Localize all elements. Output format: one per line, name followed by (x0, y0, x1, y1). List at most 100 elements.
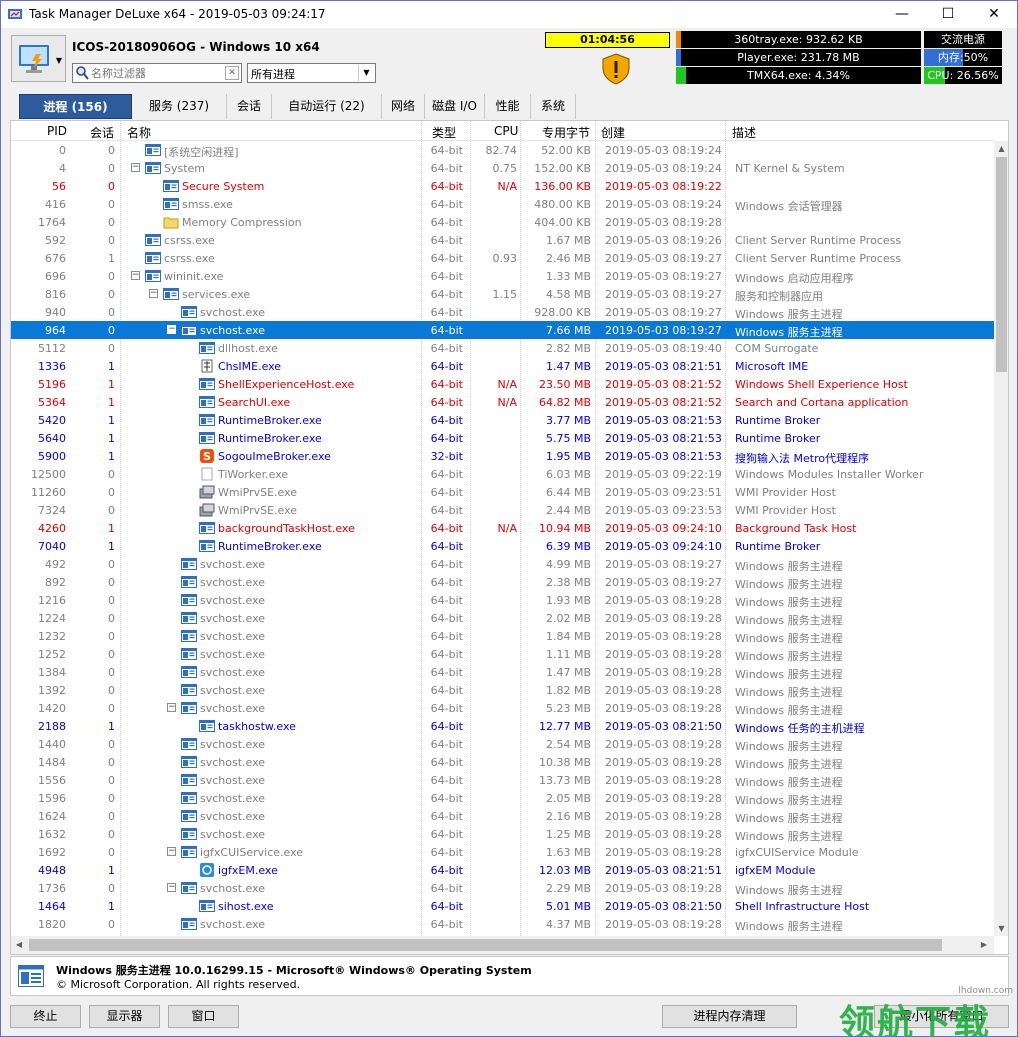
col-description[interactable]: 描述 (732, 124, 756, 141)
collapse-toggle-icon[interactable]: − (167, 883, 176, 892)
scroll-up-icon[interactable]: ▲ (994, 141, 1008, 156)
col-cpu[interactable]: CPU (494, 124, 518, 138)
memory-clean-button[interactable]: 进程内存清理 (662, 1005, 797, 1028)
table-row[interactable]: 696 0 − wininit.exe 64-bit 1.33 MB 2019-05-03 … (11, 267, 994, 285)
tab-autorun[interactable]: 自动运行 (22) (272, 94, 382, 119)
process-filter-select[interactable]: 所有进程 ▼ (247, 63, 376, 83)
table-row[interactable]: 5196 1 ShellExperienceHost.exe 64-bit N/A 23.… (11, 375, 994, 393)
table-row[interactable]: 4948 1 igfxEM.exe 64-bit 12.03 MB 2019-05-03 … (11, 861, 994, 879)
pid-cell: 964 (45, 324, 66, 337)
table-row[interactable]: 1556 0 svchost.exe 64-bit 13.73 MB 2019-05-03… (11, 771, 994, 789)
collapse-toggle-icon[interactable]: − (131, 271, 140, 280)
table-row[interactable]: 816 0 − services.exe 64-bit 1.15 4.58 MB 2019-0… (11, 285, 994, 303)
clear-filter-icon[interactable]: ✕ (225, 66, 239, 80)
terminate-button[interactable]: 终止 (10, 1005, 81, 1028)
scroll-right-icon[interactable]: ▶ (976, 936, 992, 954)
maximize-button[interactable]: ☐ (925, 1, 971, 28)
table-row[interactable]: 5640 1 RuntimeBroker.exe 64-bit 5.75 MB 2019-… (11, 429, 994, 447)
created-cell: 2019-05-03 08:19:28 (605, 774, 722, 787)
table-row[interactable]: 892 0 svchost.exe 64-bit 2.38 MB 2019-05-03 0… (11, 573, 994, 591)
process-icon (163, 285, 179, 303)
table-row[interactable]: 1384 0 svchost.exe 64-bit 1.47 MB 2019-05-03 … (11, 663, 994, 681)
tab-system[interactable]: 系统 (531, 94, 576, 119)
table-row[interactable]: 4 0 − System 64-bit 0.75 152.00 KB 2019-05-03 0… (11, 159, 994, 177)
col-name[interactable]: 名称 (127, 124, 151, 141)
table-row[interactable]: 1692 0 − igfxCUIService.exe 64-bit 1.63 MB 201… (11, 843, 994, 861)
monitor-button[interactable]: 显示器 (89, 1005, 160, 1028)
table-row[interactable]: 7324 0 WmiPrvSE.exe 64-bit 2.44 MB 2019-05-03… (11, 501, 994, 519)
table-row[interactable]: 1216 0 svchost.exe 64-bit 1.93 MB 2019-05-03 … (11, 591, 994, 609)
col-session[interactable]: 会话 (90, 124, 114, 141)
table-row[interactable]: 2188 1 taskhostw.exe 64-bit 12.77 MB 2019-05-… (11, 717, 994, 735)
computer-menu-button[interactable]: ▼ (11, 35, 66, 82)
collapse-toggle-icon[interactable]: − (167, 325, 176, 334)
type-cell: 64-bit (430, 630, 463, 643)
process-icon (199, 465, 215, 483)
table-row[interactable]: 492 0 svchost.exe 64-bit 4.99 MB 2019-05-03 0… (11, 555, 994, 573)
tab-disk-io[interactable]: 磁盘 I/O (425, 94, 485, 119)
table-row[interactable]: 416 0 smss.exe 64-bit 480.00 KB 2019-05-03 08… (11, 195, 994, 213)
table-row[interactable]: 1420 0 − svchost.exe 64-bit 5.23 MB 2019-05-03… (11, 699, 994, 717)
table-row[interactable]: 5900 1 S SogouImeBroker.exe 32-bit 1.95 MB 201… (11, 447, 994, 465)
tab-processes[interactable]: 进程 (156) (19, 94, 132, 119)
table-row[interactable]: 1392 0 svchost.exe 64-bit 1.82 MB 2019-05-03 … (11, 681, 994, 699)
window-button[interactable]: 窗口 (168, 1005, 239, 1028)
created-cell: 2019-05-03 08:19:28 (605, 630, 722, 643)
table-row[interactable]: 1464 1 sihost.exe 64-bit 5.01 MB 2019-05-03 0… (11, 897, 994, 915)
table-row[interactable]: 1224 0 svchost.exe 64-bit 2.02 MB 2019-05-03 … (11, 609, 994, 627)
session-cell: 1 (108, 720, 115, 733)
horizontal-scrollbar[interactable]: ◀ ▶ (11, 936, 994, 954)
table-row[interactable]: 1764 0 Memory Compression 64-bit 404.00 KB 20… (11, 213, 994, 231)
table-row[interactable]: 7040 1 RuntimeBroker.exe 64-bit 6.39 MB 2019-… (11, 537, 994, 555)
table-row[interactable]: 56 0 Secure System 64-bit N/A 136.00 KB 2019-0… (11, 177, 994, 195)
collapse-toggle-icon[interactable]: − (167, 703, 176, 712)
table-row[interactable]: 964 0 − svchost.exe 64-bit 7.66 MB 2019-05-03 … (11, 321, 994, 339)
table-row[interactable]: 5364 1 SearchUI.exe 64-bit N/A 64.82 MB 2019-0… (11, 393, 994, 411)
table-row[interactable]: 1632 0 svchost.exe 64-bit 1.25 MB 2019-05-03 … (11, 825, 994, 843)
description-cell: 搜狗输入法 Metro代理程序 (735, 452, 870, 465)
cpu-cell: 0.75 (492, 162, 518, 175)
table-row[interactable]: 12500 0 TiWorker.exe 64-bit 6.03 MB 2019-05-0… (11, 465, 994, 483)
col-pid[interactable]: PID (47, 124, 67, 138)
table-row[interactable]: 1596 0 svchost.exe 64-bit 2.05 MB 2019-05-03 … (11, 789, 994, 807)
table-row[interactable]: 1252 0 svchost.exe 64-bit 1.11 MB 2019-05-03 … (11, 645, 994, 663)
col-private-bytes[interactable]: 专用字节 (542, 124, 590, 141)
table-row[interactable]: 1624 0 svchost.exe 64-bit 2.16 MB 2019-05-03 … (11, 807, 994, 825)
table-row[interactable]: 1440 0 svchost.exe 64-bit 2.54 MB 2019-05-03 … (11, 735, 994, 753)
pid-cell: 4948 (38, 864, 66, 877)
hscroll-thumb[interactable] (29, 939, 942, 951)
type-cell: 32-bit (430, 450, 463, 463)
table-row[interactable]: 11260 0 WmiPrvSE.exe 64-bit 6.44 MB 2019-05-0… (11, 483, 994, 501)
security-shield-icon[interactable] (601, 53, 631, 85)
private-bytes-cell: 5.75 MB (545, 432, 591, 445)
tab-network[interactable]: 网络 (382, 94, 425, 119)
table-row[interactable]: 1820 0 svchost.exe 64-bit 4.37 MB 2019-05-03 … (11, 915, 994, 933)
tab-performance[interactable]: 性能 (485, 94, 531, 119)
name-filter[interactable]: ✕ (72, 63, 242, 83)
table-row[interactable]: 592 0 csrss.exe 64-bit 1.67 MB 2019-05-03 08:… (11, 231, 994, 249)
collapse-toggle-icon[interactable]: − (167, 847, 176, 856)
table-row[interactable]: 5420 1 RuntimeBroker.exe 64-bit 3.77 MB 2019-… (11, 411, 994, 429)
collapse-toggle-icon[interactable]: − (149, 289, 158, 298)
table-row[interactable]: 1736 0 − svchost.exe 64-bit 2.29 MB 2019-05-03… (11, 879, 994, 897)
scroll-thumb[interactable] (996, 157, 1007, 372)
table-row[interactable]: 940 0 svchost.exe 64-bit 928.00 KB 2019-05-03… (11, 303, 994, 321)
collapse-toggle-icon[interactable]: − (131, 163, 140, 172)
table-row[interactable]: 1336 1 ChsIME.exe 64-bit 1.47 MB 2019-05-03 0… (11, 357, 994, 375)
filter-input[interactable] (91, 65, 221, 81)
tab-services[interactable]: 服务 (237) (132, 94, 227, 119)
col-type[interactable]: 类型 (432, 124, 456, 141)
close-button[interactable]: ✕ (971, 1, 1017, 28)
vertical-scrollbar[interactable]: ▲ ▼ (994, 141, 1008, 936)
table-row[interactable]: 4260 1 backgroundTaskHost.exe 64-bit N/A 10.9… (11, 519, 994, 537)
tab-sessions[interactable]: 会话 (227, 94, 272, 119)
table-row[interactable]: 676 1 csrss.exe 64-bit 0.93 2.46 MB 2019-05-03… (11, 249, 994, 267)
table-row[interactable]: 1484 0 svchost.exe 64-bit 10.38 MB 2019-05-03… (11, 753, 994, 771)
scroll-left-icon[interactable]: ◀ (11, 936, 27, 954)
table-row[interactable]: 1232 0 svchost.exe 64-bit 1.84 MB 2019-05-03 … (11, 627, 994, 645)
scroll-down-icon[interactable]: ▼ (994, 921, 1008, 936)
table-row[interactable]: 0 0 [系统空闲进程] 64-bit 82.74 52.00 KB 2019-05-03 … (11, 141, 994, 159)
minimize-button[interactable]: — (879, 1, 925, 28)
col-created[interactable]: 创建 (601, 124, 625, 141)
table-row[interactable]: 5112 0 dllhost.exe 64-bit 2.82 MB 2019-05-03 … (11, 339, 994, 357)
